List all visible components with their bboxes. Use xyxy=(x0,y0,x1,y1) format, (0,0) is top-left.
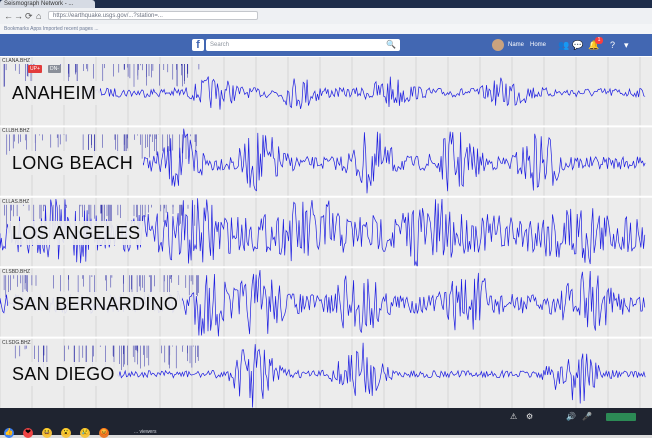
reload-icon[interactable]: ⟳ xyxy=(25,11,33,21)
reaction-icon[interactable]: 👍 xyxy=(4,428,14,438)
seismic-trace xyxy=(143,128,646,194)
home-link[interactable]: Home xyxy=(530,40,546,50)
forward-icon[interactable]: → xyxy=(14,11,23,21)
facebook-logo[interactable]: f xyxy=(192,39,204,51)
amplitude-button[interactable]: DN- xyxy=(48,65,61,73)
back-icon[interactable]: ← xyxy=(4,11,13,21)
friends-icon[interactable]: 👥 xyxy=(558,39,569,51)
station-code: CI.SBD.BHZ xyxy=(2,269,31,276)
url-input[interactable]: https://earthquake.usgs.gov/...?station=… xyxy=(48,11,258,20)
tray-status-badge xyxy=(606,413,636,421)
seismograph-viewer: UP+ DN- CI.ANA.BHZ ANAHEIM CI.LBH.BHZ LONG B… xyxy=(0,56,652,408)
gear-icon[interactable]: ⚙ xyxy=(526,411,533,423)
seismic-trace xyxy=(84,76,646,110)
station-code: CI.SDG.BHZ xyxy=(2,339,31,346)
live-video-bar: ⚠ ⚙ 🔊 🎤 👍 ❤ 😆 😮 😢 😡 ... viewers xyxy=(0,408,652,438)
station-label: SAN BERNARDINO xyxy=(8,291,183,316)
profile-link[interactable]: Name xyxy=(508,40,524,50)
station-code: CI.LAS.BHZ xyxy=(2,198,30,205)
home-icon[interactable]: ⌂ xyxy=(36,11,41,21)
browser-tab[interactable]: Seismograph Network - ... xyxy=(0,0,95,8)
address-bar: ← → ⟳ ⌂ https://earthquake.usgs.gov/...?… xyxy=(0,8,652,25)
messages-icon[interactable]: 💬 xyxy=(572,39,583,51)
facebook-search-input[interactable]: Search xyxy=(206,39,400,51)
notification-badge: 1 xyxy=(595,37,603,44)
station-label: LOS ANGELES xyxy=(8,221,145,246)
speaker-icon[interactable]: 🔊 xyxy=(566,411,576,423)
seismic-trace xyxy=(117,342,646,408)
reaction-icon[interactable]: 😮 xyxy=(61,428,71,438)
facebook-top-bar: f Search 🔍 Name Home 👥 💬 🔔 1 ? ▾ xyxy=(0,34,652,56)
reaction-icon[interactable]: 😢 xyxy=(80,428,90,438)
microphone-icon[interactable]: 🎤 xyxy=(582,411,592,423)
reaction-icon[interactable]: ❤ xyxy=(23,428,33,438)
station-label: LONG BEACH xyxy=(8,151,138,175)
browser-title-bar: Seismograph Network - ... xyxy=(0,0,652,8)
station-label: SAN DIEGO xyxy=(8,362,119,387)
bookmarks-bar: Bookmarks Apps Imported recent pages ... xyxy=(0,24,652,34)
amplitude-button[interactable]: UP+ xyxy=(28,65,42,73)
station-code: CI.ANA.BHZ xyxy=(2,58,31,64)
station-code: CI.LBH.BHZ xyxy=(2,128,30,135)
search-icon[interactable]: 🔍 xyxy=(386,40,396,50)
viewer-count: ... viewers xyxy=(134,429,157,435)
reaction-icon[interactable]: 😡 xyxy=(99,428,109,438)
help-icon[interactable]: ? xyxy=(610,39,615,51)
avatar[interactable] xyxy=(492,39,504,51)
reaction-icon[interactable]: 😆 xyxy=(42,428,52,438)
warning-icon[interactable]: ⚠ xyxy=(510,411,517,423)
menu-chevron-icon[interactable]: ▾ xyxy=(624,39,629,51)
station-label: ANAHEIM xyxy=(8,80,101,105)
